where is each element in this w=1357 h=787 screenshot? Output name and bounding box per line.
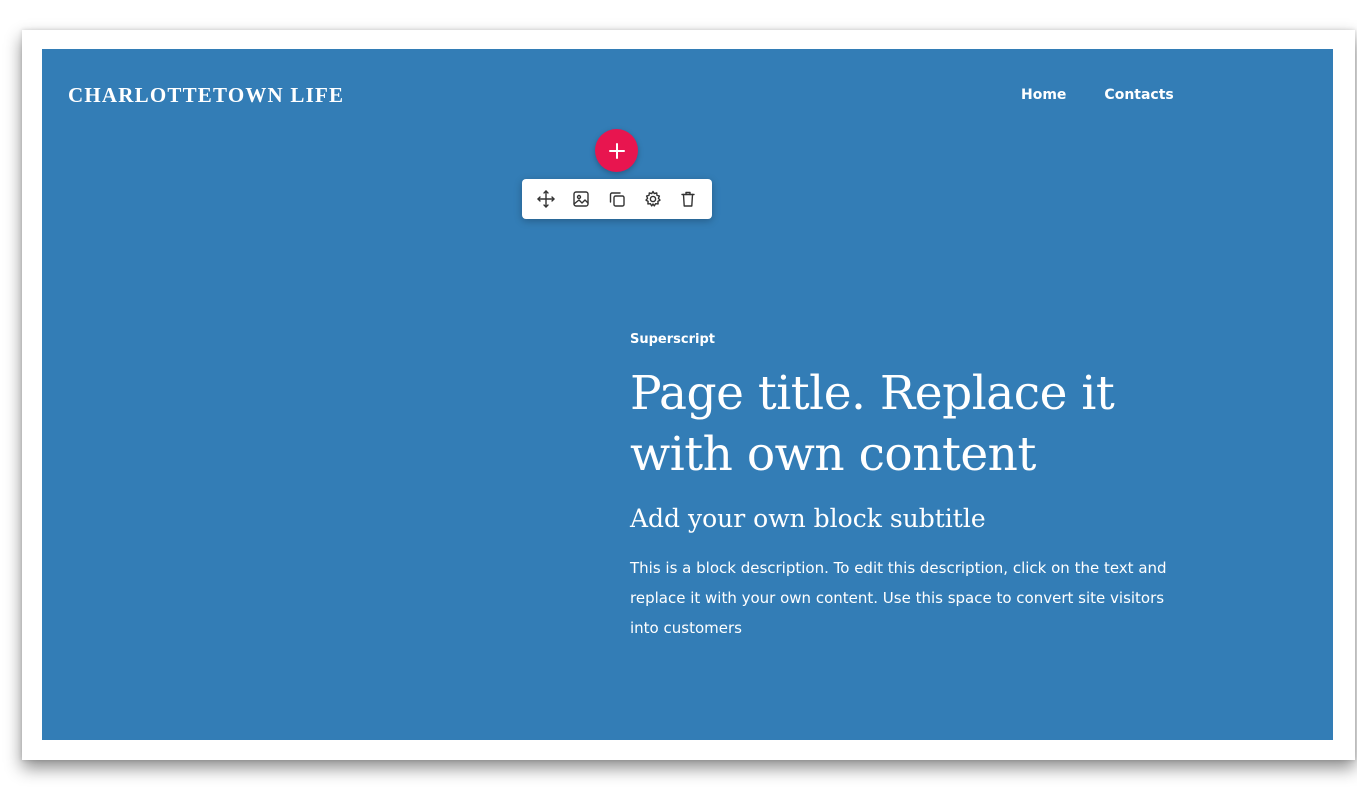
settings-icon[interactable]	[639, 185, 667, 213]
block-description[interactable]: This is a block description. To edit thi…	[630, 553, 1170, 643]
image-icon[interactable]	[567, 185, 595, 213]
page-title[interactable]: Page title. Replace it with own content	[630, 363, 1170, 485]
duplicate-icon[interactable]	[603, 185, 631, 213]
move-icon[interactable]	[532, 185, 560, 213]
main-nav: Home Contacts	[1021, 87, 1174, 103]
nav-contacts-link[interactable]: Contacts	[1104, 87, 1173, 103]
delete-icon[interactable]	[674, 185, 702, 213]
nav-home-link[interactable]: Home	[1021, 87, 1066, 103]
superscript-text[interactable]: Superscript	[630, 332, 1170, 347]
site-logo[interactable]: CHARLOTTETOWN LIFE	[68, 83, 344, 108]
hero-content: Superscript Page title. Replace it with …	[630, 332, 1170, 643]
block-toolbar	[522, 179, 712, 219]
plus-icon	[608, 142, 625, 159]
add-block-button[interactable]	[595, 129, 638, 172]
hero-block[interactable]: CHARLOTTETOWN LIFE Home Contacts Supersc…	[42, 49, 1333, 740]
block-subtitle[interactable]: Add your own block subtitle	[630, 503, 1170, 535]
